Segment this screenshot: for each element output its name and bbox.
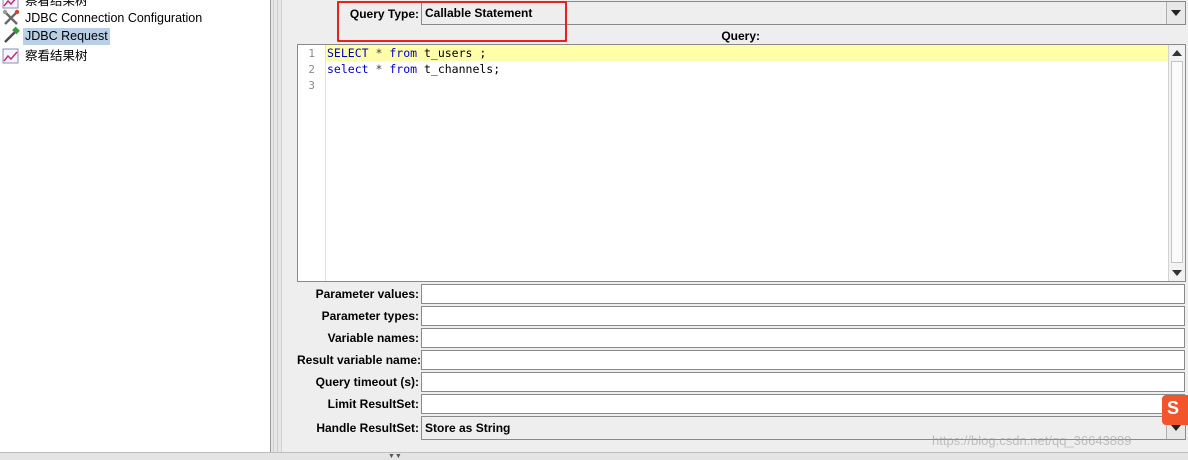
chevron-down-icon (1171, 10, 1181, 16)
editor-vertical-scrollbar[interactable] (1168, 45, 1185, 281)
query-type-dropdown-button[interactable] (1166, 2, 1185, 24)
tree-item-view-results-tree-2[interactable]: 察看结果树 (2, 47, 90, 65)
line-number: 1 (308, 47, 315, 60)
scroll-down-icon[interactable] (1172, 270, 1182, 276)
query-timeout-input[interactable] (421, 372, 1185, 392)
sql-keyword: from (389, 46, 418, 60)
splitter-grip (273, 0, 278, 452)
pipette-icon (2, 26, 20, 45)
sql-text: t_users ; (417, 46, 487, 60)
sql-keyword: from (389, 62, 418, 76)
line-number: 2 (308, 63, 315, 76)
parameter-values-input[interactable] (421, 284, 1185, 304)
parameter-types-input[interactable] (421, 306, 1185, 326)
query-timeout-label: Query timeout (s): (315, 375, 419, 389)
query-editor[interactable]: 1 2 3 SELECT * from t_users ; select * f… (297, 44, 1186, 282)
csdn-badge-letter: S (1167, 398, 1180, 418)
result-variable-name-input[interactable] (421, 350, 1185, 370)
line-number-gutter: 1 2 3 (298, 45, 326, 281)
variable-names-input[interactable] (421, 328, 1185, 348)
tree-item-jdbc-request[interactable]: JDBC Request (2, 26, 110, 45)
tree-item-label: JDBC Connection Configuration (25, 10, 203, 25)
sql-keyword: SELECT (327, 46, 369, 60)
query-label: Query: (721, 29, 760, 43)
limit-resultset-input[interactable] (421, 394, 1185, 414)
csdn-logo-icon[interactable]: S (1162, 395, 1188, 425)
wrench-icon (2, 9, 20, 27)
line-number: 3 (308, 79, 315, 92)
bottom-status-strip (0, 452, 1188, 460)
handle-resultset-label: Handle ResultSet: (316, 421, 419, 435)
parameter-types-label: Parameter types: (321, 309, 419, 323)
code-line[interactable]: select * from t_channels; (326, 61, 1168, 77)
drag-grip-icon[interactable]: ▼▼ (388, 453, 402, 460)
sql-keyword: select (327, 62, 369, 76)
code-line[interactable] (326, 77, 1168, 93)
scroll-up-icon[interactable] (1172, 50, 1182, 56)
tree-item-jdbc-connection-configuration[interactable]: JDBC Connection Configuration (2, 9, 204, 27)
chart-icon (2, 47, 20, 65)
code-line[interactable]: SELECT * from t_users ; (326, 45, 1168, 61)
panel-splitter[interactable] (271, 0, 281, 452)
chevron-down-icon (1171, 425, 1181, 431)
watermark-text: https://blog.csdn.net/qq_36643889 (932, 433, 1132, 448)
query-type-label: Query Type: (349, 7, 419, 21)
variable-names-label: Variable names: (327, 331, 419, 345)
limit-resultset-label: Limit ResultSet: (327, 397, 419, 411)
query-type-value: Callable Statement (425, 6, 533, 20)
handle-resultset-value: Store as String (425, 421, 511, 435)
query-type-select[interactable]: Callable Statement (421, 1, 1186, 25)
parameter-values-label: Parameter values: (315, 287, 419, 301)
test-plan-tree: 察看结果树 JDBC Connection Configuration JDBC… (0, 0, 271, 452)
sql-text: t_channels; (417, 62, 501, 76)
tree-item-label: 察看结果树 (25, 48, 88, 63)
tree-item-label: JDBC Request (23, 27, 110, 45)
result-variable-name-label: Result variable name: (297, 353, 422, 367)
scroll-thumb[interactable] (1171, 61, 1183, 263)
